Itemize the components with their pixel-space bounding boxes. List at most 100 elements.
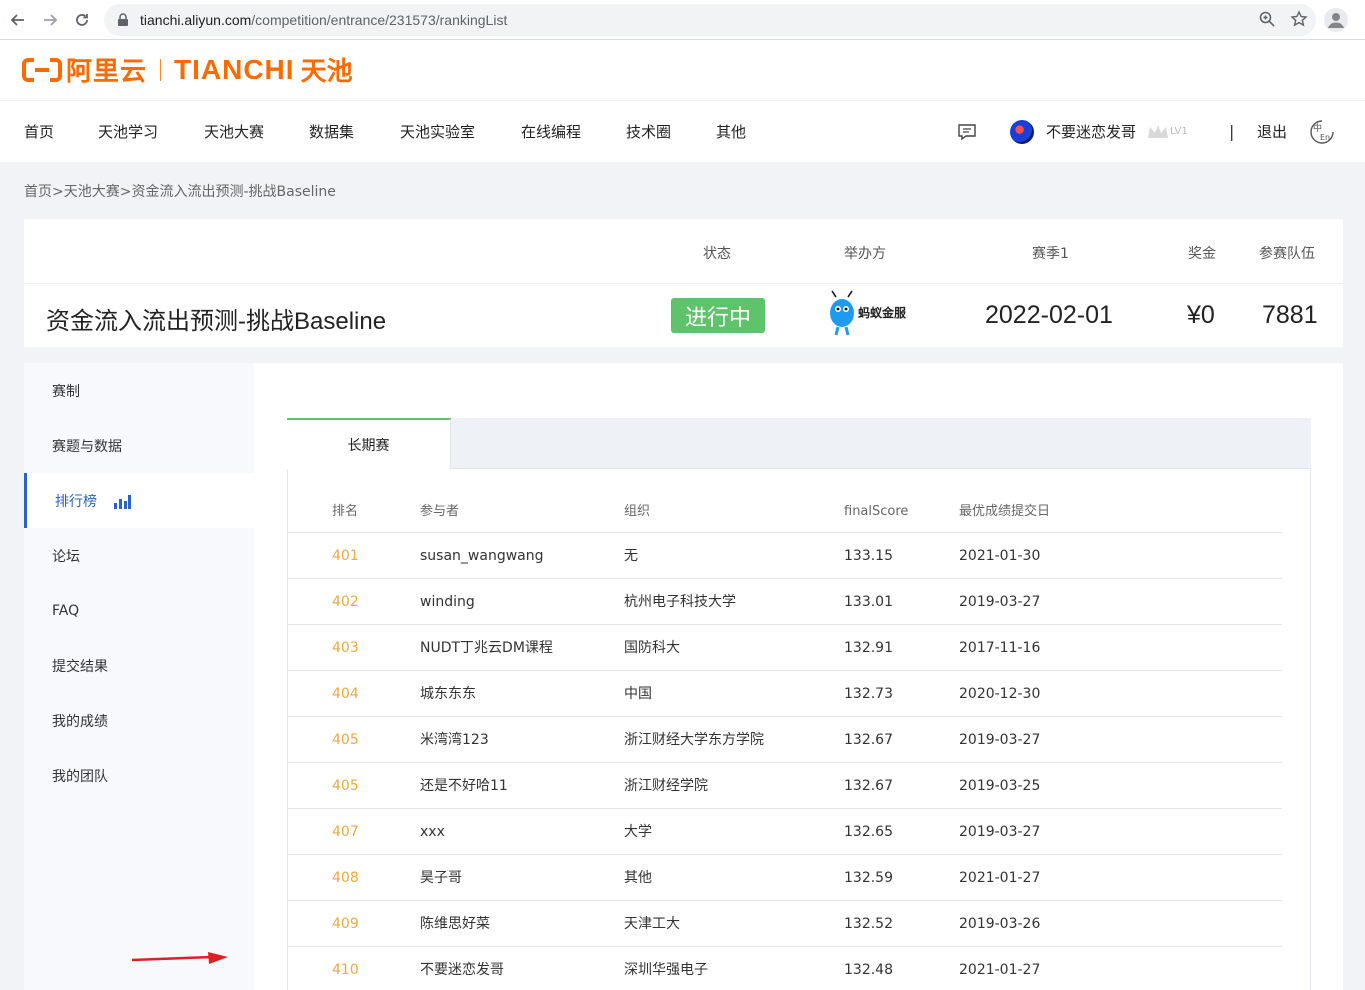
table-row: 402 winding 杭州电子科技大学 133.01 2019-03-27 (288, 579, 1282, 625)
table-row: 404 城东东东 中国 132.73 2020-12-30 (288, 671, 1282, 717)
back-icon[interactable] (2, 4, 34, 36)
date-cell: 2019-03-27 (959, 594, 1041, 610)
status-badge: 进行中 (671, 298, 765, 333)
score-cell: 132.91 (844, 640, 893, 656)
nav-lab[interactable]: 天池实验室 (400, 121, 475, 142)
participant-cell[interactable]: 不要迷恋发哥 (420, 947, 504, 990)
score-cell: 132.73 (844, 686, 893, 702)
site-header: 阿里云 TIANCHI 天池 首页 天池学习 天池大赛 数据集 天池实验室 在线… (0, 40, 1365, 162)
nav-datasets[interactable]: 数据集 (309, 121, 354, 142)
competition-title: 资金流入流出预测-挑战Baseline (46, 308, 387, 335)
bookmark-star-icon[interactable] (1290, 10, 1308, 28)
nav-tech-circle[interactable]: 技术圈 (626, 121, 671, 142)
participant-cell[interactable]: 昊子哥 (420, 855, 462, 901)
participant-cell[interactable]: winding (420, 579, 475, 625)
sidebar-item-submit[interactable]: 提交结果 (24, 638, 254, 693)
date-cell: 2021-01-30 (959, 548, 1041, 564)
participant-cell[interactable]: 米湾湾123 (420, 717, 489, 763)
score-cell: 132.65 (844, 824, 893, 840)
teams-label: 参赛队伍 (1259, 246, 1315, 262)
col-rank: 排名 (332, 504, 359, 519)
status-label: 状态 (703, 246, 731, 262)
organization-cell: 大学 (624, 824, 652, 840)
rank-cell: 404 (332, 686, 359, 702)
browser-toolbar: tianchi.aliyun.com/competition/entrance/… (0, 0, 1365, 40)
organization-cell: 杭州电子科技大学 (624, 594, 736, 610)
participant-cell[interactable]: 城东东东 (420, 671, 476, 717)
score-cell: 132.67 (844, 732, 893, 748)
organization-cell: 深圳华强电子 (624, 962, 708, 978)
date-cell: 2020-12-30 (959, 686, 1041, 702)
date-cell: 2019-03-25 (959, 778, 1041, 794)
participant-cell[interactable]: 还是不好哈11 (420, 763, 508, 809)
table-row: 401 susan_wangwang 无 133.15 2021-01-30 (288, 533, 1282, 579)
organization-cell: 无 (624, 548, 638, 564)
sidebar-item-faq[interactable]: FAQ (24, 583, 254, 638)
nav-coding[interactable]: 在线编程 (521, 121, 581, 142)
nav-learning[interactable]: 天池学习 (98, 121, 158, 142)
svg-text:En: En (1320, 133, 1330, 142)
participant-cell[interactable]: xxx (420, 809, 445, 855)
breadcrumb[interactable]: 首页>天池大赛>资金流入流出预测-挑战Baseline (24, 181, 336, 201)
level-badge: LV1 (1146, 124, 1188, 140)
rank-cell: 405 (332, 778, 359, 794)
sidebar-item-data[interactable]: 赛题与数据 (24, 418, 254, 473)
logout-link[interactable]: 退出 (1257, 121, 1287, 142)
zoom-icon[interactable] (1258, 10, 1276, 28)
red-arrow-annotation (131, 952, 228, 964)
sidebar-item-leaderboard[interactable]: 排行榜 (24, 473, 254, 528)
rank-cell: 408 (332, 870, 359, 886)
aliyun-logo-icon (22, 57, 62, 82)
url-text: tianchi.aliyun.com/competition/entrance/… (140, 12, 508, 28)
message-icon[interactable] (957, 101, 977, 162)
rank-cell: 407 (332, 824, 359, 840)
col-organization: 组织 (624, 504, 651, 519)
organization-cell: 浙江财经学院 (624, 778, 708, 794)
organization-cell: 浙江财经大学东方学院 (624, 732, 764, 748)
table-header: 排名 参与者 组织 finalScore 最优成绩提交日 (288, 491, 1282, 533)
forward-icon[interactable] (34, 4, 66, 36)
header-divider: | (1229, 122, 1235, 141)
svg-text:蚂蚁金服: 蚂蚁金服 (858, 305, 907, 320)
table-row: 408 昊子哥 其他 132.59 2021-01-27 (288, 855, 1282, 901)
participant-cell[interactable]: 陈维思好菜 (420, 901, 490, 947)
organization-cell: 天津工大 (624, 916, 680, 932)
avatar[interactable] (1010, 119, 1034, 144)
leaderboard-tabs: 长期赛 (287, 418, 1311, 469)
date-cell: 2017-11-16 (959, 640, 1041, 656)
language-toggle-icon[interactable]: 中 En (1309, 101, 1335, 162)
rank-cell: 405 (332, 732, 359, 748)
table-row: 407 xxx 大学 132.65 2019-03-27 (288, 809, 1282, 855)
date-cell: 2021-01-27 (959, 962, 1041, 978)
bar-chart-icon (114, 494, 131, 509)
participant-cell[interactable]: susan_wangwang (420, 533, 544, 579)
sidebar-item-rules[interactable]: 赛制 (24, 363, 254, 418)
participant-cell[interactable]: NUDT丁兆云DM课程 (420, 625, 553, 671)
rank-cell: 401 (332, 548, 359, 564)
crown-icon (1148, 124, 1169, 138)
reload-icon[interactable] (66, 4, 98, 36)
date-cell: 2019-03-26 (959, 916, 1041, 932)
table-row: 405 米湾湾123 浙江财经大学东方学院 132.67 2019-03-27 (288, 717, 1282, 763)
sidebar-item-forum[interactable]: 论坛 (24, 528, 254, 583)
sidebar-item-my-team[interactable]: 我的团队 (24, 748, 254, 803)
organization-cell: 中国 (624, 686, 652, 702)
rank-cell: 409 (332, 916, 359, 932)
address-bar[interactable]: tianchi.aliyun.com/competition/entrance/… (104, 4, 1316, 36)
score-cell: 133.15 (844, 548, 893, 564)
nav-competitions[interactable]: 天池大赛 (204, 121, 264, 142)
tab-long-term[interactable]: 长期赛 (287, 418, 451, 469)
season-date: 2022-02-01 (985, 301, 1113, 329)
competition-info-card: 状态 举办方 赛季1 奖金 参赛队伍 资金流入流出预测-挑战Baseline 进… (24, 219, 1343, 347)
score-cell: 132.67 (844, 778, 893, 794)
organization-cell: 国防科大 (624, 640, 680, 656)
leaderboard-panel: 长期赛 排名 参与者 组织 finalScore 最优成绩提交日 401 susa… (254, 363, 1343, 990)
sidebar-item-my-scores[interactable]: 我的成绩 (24, 693, 254, 748)
nav-other[interactable]: 其他 (716, 121, 746, 142)
profile-icon[interactable] (1324, 8, 1348, 32)
score-cell: 133.01 (844, 594, 893, 610)
nav-home[interactable]: 首页 (24, 121, 54, 142)
aliyun-tianchi-logo[interactable]: 阿里云 TIANCHI 天池 (22, 51, 353, 88)
organizer-label: 举办方 (844, 246, 886, 262)
user-menu[interactable]: 不要迷恋发哥 LV1 (1010, 101, 1188, 162)
